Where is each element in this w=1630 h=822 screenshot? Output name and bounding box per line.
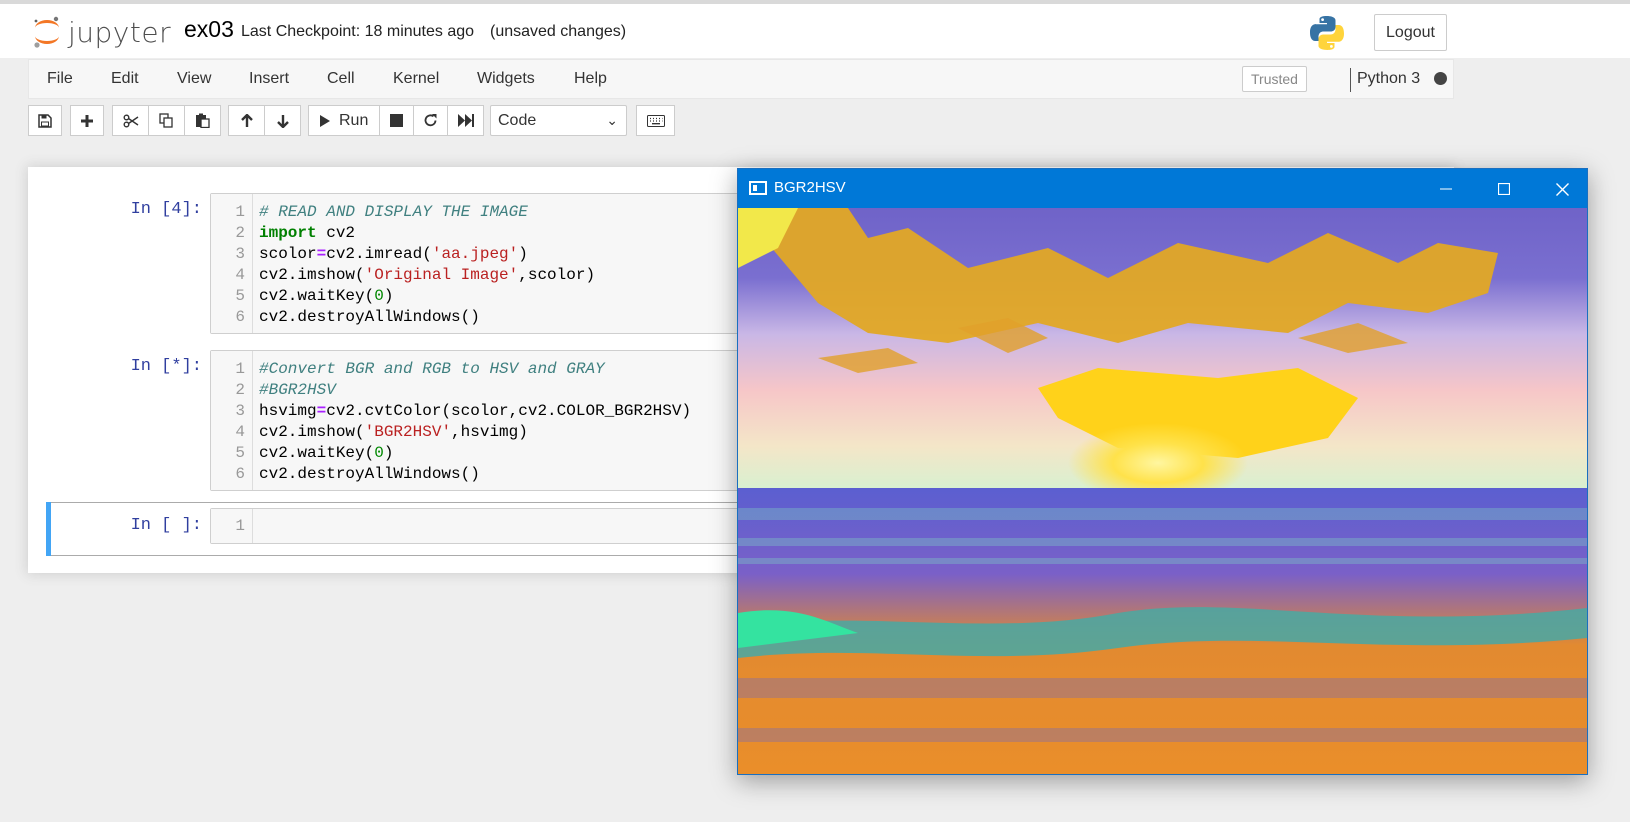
paste-button[interactable] [184,105,221,136]
jupyter-logo[interactable]: jupyter [32,14,171,50]
run-label: Run [339,111,369,129]
code-line: hsvimg=cv2.cvtColor(scolor,cv2.COLOR_BGR… [259,402,692,420]
plus-icon [81,114,93,127]
menu-help[interactable]: Help [574,70,607,88]
scissors-icon [123,114,138,127]
menu-view[interactable]: View [177,70,211,88]
chevron-down-icon: ⌄ [606,112,618,128]
code-line: cv2.imshow('BGR2HSV',hsvimg) [259,423,528,441]
keyboard-icon [646,114,665,127]
save-icon [38,113,52,128]
menu-cell[interactable]: Cell [327,70,355,88]
window-app-icon [749,181,767,195]
arrow-up-icon [240,113,253,127]
arrow-down-icon [276,114,289,128]
code-line: cv2.destroyAllWindows() [259,465,480,483]
kernel-name[interactable]: Python 3 [1357,70,1420,88]
restart-icon [424,114,437,127]
menu-kernel[interactable]: Kernel [393,70,439,88]
hsv-sunset-image [738,208,1587,774]
menu-edit[interactable]: Edit [111,70,139,88]
cell-prompt: In [4]: [130,200,202,219]
command-palette-button[interactable] [636,105,675,136]
kernel-busy-indicator [1434,72,1447,85]
copy-icon [159,113,173,128]
logout-button[interactable]: Logout [1374,14,1447,51]
selected-cell-indicator [46,502,51,556]
kernel-divider [1350,68,1351,92]
move-up-button[interactable] [228,105,265,136]
code-line: cv2.imshow('Original Image',scolor) [259,266,596,284]
menu-widgets[interactable]: Widgets [477,70,535,88]
jupyter-icon [34,16,59,48]
code-line: cv2.destroyAllWindows() [259,308,480,326]
trusted-indicator[interactable]: Trusted [1242,66,1307,92]
code-line: # READ AND DISPLAY THE IMAGE [259,203,528,221]
cell-prompt: In [*]: [130,357,202,376]
window-title: BGR2HSV [774,179,846,196]
menu-file[interactable]: File [47,70,73,88]
stop-icon [390,114,403,127]
code-line: cv2.waitKey(0) [259,287,394,305]
run-button[interactable]: Run [308,105,380,136]
code-line: #Convert BGR and RGB to HSV and GRAY [259,360,605,378]
code-line: import cv2 [259,224,356,242]
save-button[interactable] [28,105,62,136]
interrupt-button[interactable] [379,105,414,136]
menubar: File Edit View Insert Cell Kernel Widget… [28,59,1454,99]
maximize-button[interactable] [1484,175,1524,203]
notebook-name[interactable]: ex03 [184,16,234,43]
python-icon [1310,16,1344,50]
play-icon [320,114,330,127]
restart-button[interactable] [413,105,448,136]
add-cell-button[interactable] [70,105,104,136]
maximize-icon [1498,183,1510,195]
code-line: #BGR2HSV [259,381,336,399]
cell-type-select[interactable]: Code ⌄ [490,105,627,136]
header-bar: jupyter ex03 Last Checkpoint: 18 minutes… [0,0,1630,58]
window-titlebar[interactable]: BGR2HSV [738,169,1587,208]
cut-button[interactable] [112,105,149,136]
minimize-icon [1440,188,1452,190]
hsv-image [738,208,1587,774]
paste-icon [196,113,210,128]
code-line: cv2.waitKey(0) [259,444,394,462]
opencv-image-window[interactable]: BGR2HSV [737,168,1588,775]
code-line: scolor=cv2.imread('aa.jpeg') [259,245,528,263]
logo-text: jupyter [68,15,172,49]
cell-type-value: Code [498,111,537,129]
minimize-button[interactable] [1426,175,1466,203]
autosave-status: (unsaved changes) [490,23,627,40]
checkpoint-status: Last Checkpoint: 18 minutes ago [241,23,475,40]
copy-button[interactable] [148,105,185,136]
restart-run-all-button[interactable] [447,105,484,136]
move-down-button[interactable] [264,105,301,136]
fast-forward-icon [457,114,474,127]
close-icon [1555,182,1569,196]
close-button[interactable] [1542,175,1582,203]
menu-insert[interactable]: Insert [249,70,289,88]
